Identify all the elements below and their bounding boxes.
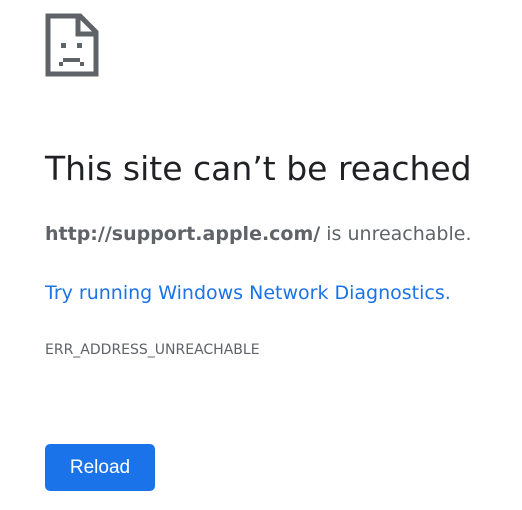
error-code: ERR_ADDRESS_UNREACHABLE bbox=[45, 342, 260, 358]
sad-page-icon bbox=[45, 13, 99, 77]
diagnostics-period: . bbox=[444, 282, 451, 304]
error-title: This site can’t be reached bbox=[45, 149, 472, 188]
reload-button[interactable]: Reload bbox=[45, 444, 155, 491]
unreachable-host: http://support.apple.com/ bbox=[45, 223, 321, 245]
error-summary: http://support.apple.com/ is unreachable… bbox=[45, 220, 472, 248]
network-diagnostics-link[interactable]: Try running Windows Network Diagnostics bbox=[45, 282, 445, 304]
diagnostics-suggestion: Try running Windows Network Diagnostics. bbox=[45, 279, 451, 307]
summary-suffix: is unreachable. bbox=[320, 223, 472, 245]
